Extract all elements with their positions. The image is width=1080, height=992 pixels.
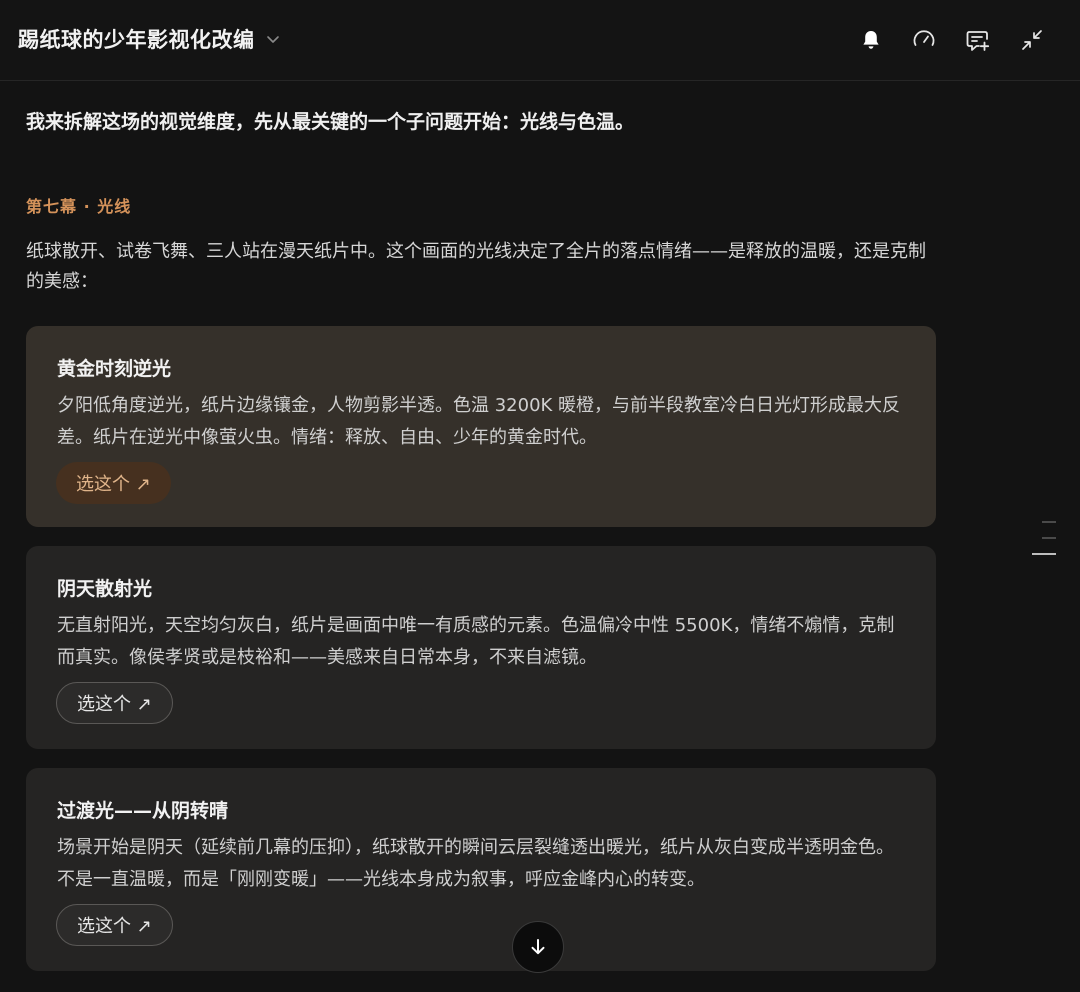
choose-option-button[interactable]: 选这个 ↗	[56, 904, 173, 946]
option-title: 过渡光——从阴转晴	[57, 800, 229, 822]
comment-add-icon	[966, 31, 990, 51]
scene-description: 纸球散开、试卷飞舞、三人站在漫天纸片中。这个画面的光线决定了全片的落点情绪——是…	[26, 241, 926, 292]
option-card-overcast[interactable]: 阴天散射光 无直射阳光，天空均匀灰白，纸片是画面中唯一有质感的元素。色温偏冷中性…	[26, 546, 936, 749]
conversation-title: 踢纸球的少年影视化改编	[18, 28, 255, 52]
collapse-button[interactable]	[1018, 26, 1046, 54]
choose-option-label: 选这个 ↗	[77, 916, 152, 937]
collapse-icon	[1022, 30, 1042, 50]
scroll-position-indicator[interactable]	[1032, 521, 1058, 569]
scroll-mark	[1042, 521, 1056, 523]
bell-icon	[863, 31, 879, 49]
option-card-transition-light[interactable]: 过渡光——从阴转晴 场景开始是阴天（延续前几幕的压抑），纸球散开的瞬间云层裂缝透…	[26, 768, 936, 971]
arrow-down-icon	[531, 939, 545, 955]
new-comment-button[interactable]	[964, 26, 992, 54]
option-title: 黄金时刻逆光	[57, 358, 172, 380]
message-area: 我来拆解这场的视觉维度，先从最关键的一个子问题开始：光线与色温。 第七幕 · 光…	[0, 81, 1080, 992]
choose-option-button[interactable]: 选这个 ↗	[56, 462, 171, 504]
scroll-mark	[1042, 537, 1056, 539]
option-description: 场景开始是阴天（延续前几幕的压抑），纸球散开的瞬间云层裂缝透出暖光，纸片从灰白变…	[57, 837, 894, 890]
intro-text: 我来拆解这场的视觉维度，先从最关键的一个子问题开始：光线与色温。	[26, 111, 635, 133]
option-description: 夕阳低角度逆光，纸片边缘镶金，人物剪影半透。色温 3200K 暖橙，与前半段教室…	[57, 395, 901, 448]
performance-button[interactable]	[910, 26, 938, 54]
option-description: 无直射阳光，天空均匀灰白，纸片是画面中唯一有质感的元素。色温偏冷中性 5500K…	[57, 615, 895, 668]
conversation-title-dropdown[interactable]: 踢纸球的少年影视化改编	[18, 24, 281, 54]
choose-option-label: 选这个 ↗	[77, 694, 152, 715]
speedometer-icon	[913, 30, 935, 46]
scroll-mark-active	[1032, 553, 1056, 555]
top-bar: 踢纸球的少年影视化改编	[0, 0, 1080, 81]
choose-option-label: 选这个 ↗	[76, 474, 151, 495]
choose-option-button[interactable]: 选这个 ↗	[56, 682, 173, 724]
option-title: 阴天散射光	[57, 578, 153, 600]
scroll-to-bottom-button[interactable]	[512, 921, 564, 973]
notifications-button[interactable]	[857, 26, 885, 54]
section-label: 第七幕 · 光线	[26, 197, 132, 216]
chevron-down-icon	[266, 36, 279, 43]
option-card-golden-hour[interactable]: 黄金时刻逆光 夕阳低角度逆光，纸片边缘镶金，人物剪影半透。色温 3200K 暖橙…	[26, 326, 936, 527]
